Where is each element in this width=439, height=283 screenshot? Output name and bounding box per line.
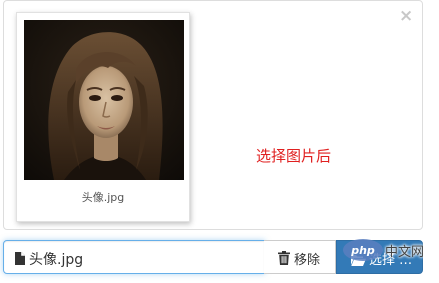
- file-caption-field[interactable]: 头像.jpg: [3, 240, 265, 274]
- file-icon: [15, 250, 25, 265]
- file-input-widget: × 头像.jpg 选择图片后 头像.jpg 移除 选择 … php 中文网: [0, 0, 439, 283]
- remove-button[interactable]: 移除: [264, 240, 336, 274]
- remove-button-label: 移除: [294, 253, 321, 268]
- file-caption-text: 头像.jpg: [29, 252, 84, 268]
- file-preview-thumbnail: 头像.jpg: [16, 12, 190, 222]
- folder-open-icon: [351, 251, 366, 266]
- trash-icon: [278, 250, 290, 265]
- status-note: 选择图片后: [256, 147, 332, 165]
- portrait-image: [24, 20, 184, 180]
- browse-button[interactable]: 选择 …: [336, 240, 423, 274]
- file-input-group: 头像.jpg 移除 选择 …: [3, 240, 423, 274]
- close-icon[interactable]: ×: [399, 8, 413, 25]
- browse-button-label: 选择 …: [369, 253, 413, 268]
- file-preview-panel: × 头像.jpg 选择图片后: [3, 0, 423, 230]
- thumbnail-caption: 头像.jpg: [81, 191, 125, 204]
